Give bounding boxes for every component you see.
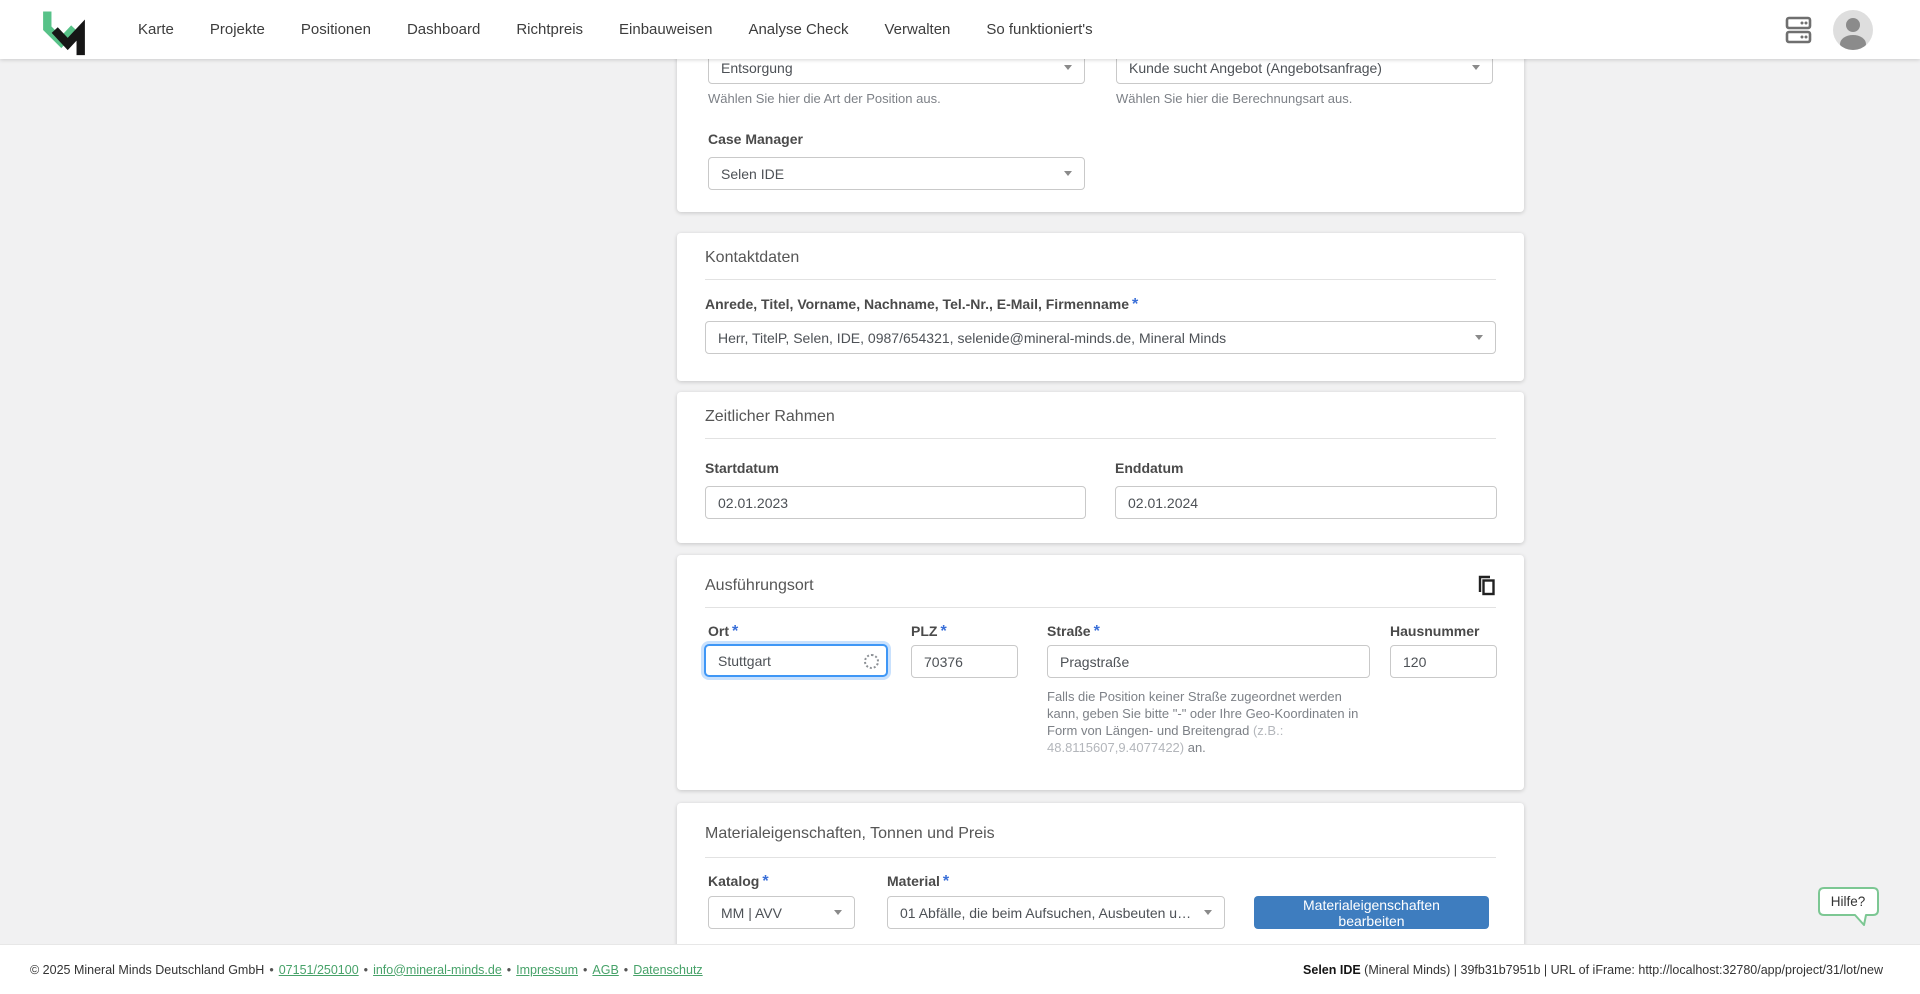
user-avatar[interactable] [1833, 9, 1873, 50]
kontakt-select[interactable]: Herr, TitelP, Selen, IDE, 0987/654321, s… [705, 321, 1496, 354]
strasse-label: Straße [1047, 623, 1091, 639]
person-icon [1840, 17, 1866, 50]
zeitraum-title: Zeitlicher Rahmen [705, 408, 835, 425]
katalog-value: MM | AVV [721, 904, 782, 921]
startdatum-input[interactable] [705, 486, 1086, 519]
nav-so-funktionierts[interactable]: So funktioniert's [986, 21, 1092, 38]
startdatum-label: Startdatum [705, 460, 779, 476]
materialeigenschaften-bearbeiten-button[interactable]: Materialeigenschaften bearbeiten [1254, 896, 1489, 929]
caret-down-icon [1475, 335, 1483, 340]
ort-input[interactable] [704, 644, 888, 677]
section-card-kontaktdaten: Kontaktdaten Anrede, Titel, Vorname, Nac… [677, 233, 1524, 381]
divider [705, 857, 1496, 858]
caret-down-icon [1472, 65, 1480, 70]
section-card-zeitlicher-rahmen: Zeitlicher Rahmen Startdatum Enddatum [677, 392, 1524, 543]
footer-copyright: © 2025 Mineral Minds Deutschland GmbH [30, 962, 265, 977]
nav-einbauweisen[interactable]: Einbauweisen [619, 21, 712, 38]
mineral-minds-logo[interactable] [38, 5, 90, 57]
required-mark: * [732, 623, 739, 640]
server-icon[interactable] [1785, 15, 1813, 45]
impressum-link[interactable]: Impressum [516, 963, 578, 977]
position-art-value: Entsorgung [721, 59, 793, 76]
ort-label: Ort [708, 623, 729, 639]
case-manager-value: Selen IDE [721, 165, 785, 182]
berechnungsart-helper: Wählen Sie hier die Berechnungsart aus. [1116, 91, 1353, 106]
nav-positionen[interactable]: Positionen [301, 21, 371, 38]
footer-left: © 2025 Mineral Minds Deutschland GmbH • 07… [30, 962, 703, 977]
required-mark: * [1132, 296, 1139, 313]
position-art-helper: Wählen Sie hier die Art der Position aus… [708, 91, 941, 106]
material-label: Material [887, 873, 940, 889]
section-card-ausfuehrungsort: Ausführungsort Ort* PLZ* Straße* Falls d… [677, 555, 1524, 790]
datenschutz-link[interactable]: Datenschutz [633, 963, 702, 977]
required-mark: * [940, 623, 947, 640]
footer: © 2025 Mineral Minds Deutschland GmbH • 07… [0, 944, 1920, 994]
nav-karte[interactable]: Karte [138, 21, 174, 38]
loading-spinner-icon [864, 654, 879, 669]
plz-input[interactable] [911, 645, 1018, 678]
caret-down-icon [834, 910, 842, 915]
katalog-select[interactable]: MM | AVV [708, 896, 855, 929]
katalog-label: Katalog [708, 873, 760, 889]
divider [705, 438, 1496, 439]
footer-session-info: Selen IDE (Mineral Minds) | 39fb31b7951b… [1303, 962, 1883, 977]
required-mark: * [762, 873, 769, 890]
divider [705, 279, 1496, 280]
material-title: Materialeigenschaften, Tonnen und Preis [705, 825, 995, 842]
hausnummer-input[interactable] [1390, 645, 1497, 678]
hausnummer-label: Hausnummer [1390, 623, 1480, 639]
berechnungsart-value: Kunde sucht Angebot (Angebotsanfrage) [1129, 59, 1382, 76]
header-icons [1785, 0, 1873, 59]
required-mark: * [1093, 623, 1100, 640]
help-bubble[interactable]: Hilfe? [1818, 887, 1880, 932]
case-manager-label: Case Manager [708, 131, 803, 147]
material-value: 01 Abfälle, die beim Aufsuchen, Ausbeute… [900, 904, 1196, 921]
agb-link[interactable]: AGB [592, 963, 618, 977]
caret-down-icon [1064, 171, 1072, 176]
kontaktdaten-title: Kontaktdaten [705, 249, 800, 266]
phone-link[interactable]: 07151/250100 [279, 963, 359, 977]
required-mark: * [942, 873, 950, 890]
kontakt-label: Anrede, Titel, Vorname, Nachname, Tel.-N… [705, 296, 1130, 312]
case-manager-select[interactable]: Selen IDE [708, 157, 1085, 190]
strasse-helper: Falls die Position keiner Straße zugeord… [1047, 689, 1359, 755]
email-link[interactable]: info@mineral-minds.de [373, 963, 502, 977]
enddatum-input[interactable] [1115, 486, 1497, 519]
nav-analyse-check[interactable]: Analyse Check [748, 21, 848, 38]
nav-verwalten[interactable]: Verwalten [885, 21, 951, 38]
help-label: Hilfe? [1830, 894, 1866, 909]
material-select[interactable]: 01 Abfälle, die beim Aufsuchen, Ausbeute… [887, 896, 1225, 929]
enddatum-label: Enddatum [1115, 460, 1184, 476]
plz-label: PLZ [911, 623, 938, 639]
copy-icon[interactable] [1474, 573, 1498, 597]
caret-down-icon [1064, 65, 1072, 70]
ausfuehrungsort-title: Ausführungsort [705, 577, 814, 594]
main-nav: Karte Projekte Positionen Dashboard Rich… [138, 0, 1093, 59]
strasse-input[interactable] [1047, 645, 1370, 678]
nav-richtpreis[interactable]: Richtpreis [516, 21, 583, 38]
nav-dashboard[interactable]: Dashboard [407, 21, 480, 38]
app-header: Karte Projekte Positionen Dashboard Rich… [0, 0, 1920, 59]
nav-projekte[interactable]: Projekte [210, 21, 265, 38]
divider [705, 607, 1496, 608]
kontakt-value: Herr, TitelP, Selen, IDE, 0987/654321, s… [718, 329, 1227, 346]
caret-down-icon [1204, 910, 1212, 915]
